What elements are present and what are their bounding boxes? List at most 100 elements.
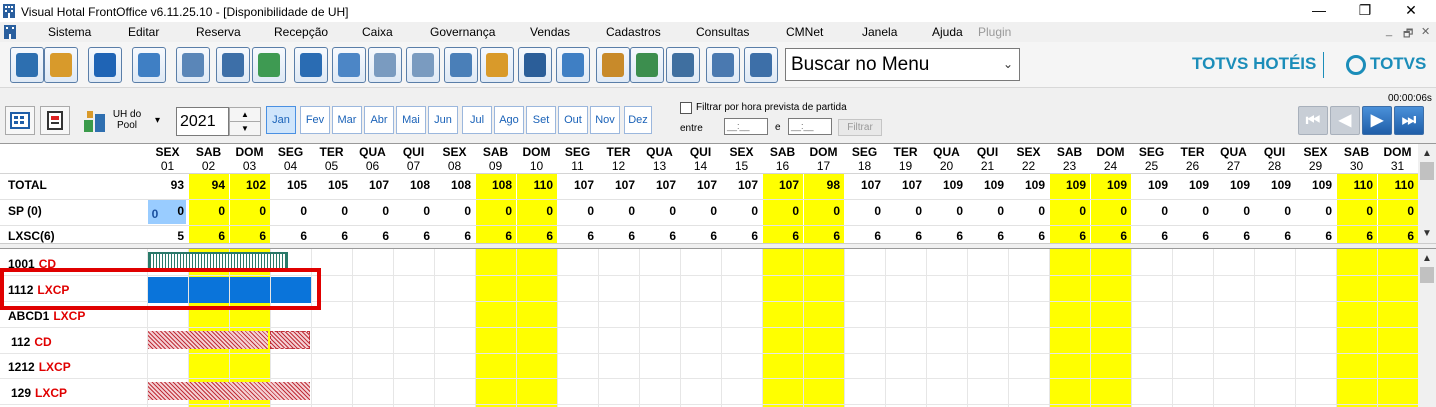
time-from-input[interactable]: __:__ bbox=[724, 118, 768, 135]
summary-cell[interactable]: 6 bbox=[721, 229, 758, 243]
summary-scrollbar[interactable]: ▲ ▼ bbox=[1418, 144, 1436, 243]
month-tab-mar[interactable]: Mar bbox=[332, 106, 362, 134]
summary-cell[interactable]: 6 bbox=[762, 229, 799, 243]
month-tab-ago[interactable]: Ago bbox=[494, 106, 524, 134]
toolbar-button-mail[interactable] bbox=[176, 47, 210, 83]
summary-cell[interactable]: 6 bbox=[803, 229, 840, 243]
menu-search-select[interactable]: Buscar no Menu ⌄ bbox=[785, 48, 1020, 81]
summary-cell[interactable]: 94 bbox=[188, 178, 225, 192]
menu-janela[interactable]: Janela bbox=[862, 25, 897, 39]
summary-cell[interactable]: 6 bbox=[475, 229, 512, 243]
summary-cell[interactable]: 108 bbox=[434, 178, 471, 192]
summary-cell[interactable]: 6 bbox=[1377, 229, 1414, 243]
summary-cell[interactable]: 107 bbox=[557, 178, 594, 192]
month-tab-nov[interactable]: Nov bbox=[590, 106, 620, 134]
month-tab-fev[interactable]: Fev bbox=[300, 106, 330, 134]
summary-cell[interactable]: 109 bbox=[1049, 178, 1086, 192]
summary-cell[interactable]: 6 bbox=[639, 229, 676, 243]
summary-cell[interactable]: 6 bbox=[680, 229, 717, 243]
summary-cell[interactable]: 107 bbox=[639, 178, 676, 192]
summary-cell[interactable]: 0 bbox=[1049, 204, 1086, 218]
summary-cell[interactable]: 0 bbox=[475, 204, 512, 218]
summary-cell[interactable]: 0 bbox=[1131, 204, 1168, 218]
menu-cmnet[interactable]: CMNet bbox=[786, 25, 823, 39]
summary-cell[interactable]: 110 bbox=[1336, 178, 1373, 192]
summary-cell[interactable]: 110 bbox=[1377, 178, 1414, 192]
summary-cell[interactable]: 6 bbox=[352, 229, 389, 243]
toolbar-button-id-card[interactable] bbox=[406, 47, 440, 83]
summary-cell[interactable]: 93 bbox=[147, 178, 184, 192]
grid-view-button[interactable] bbox=[5, 106, 35, 135]
summary-cell[interactable]: 6 bbox=[1090, 229, 1127, 243]
nav-last-button[interactable]: ⏭ bbox=[1394, 106, 1424, 135]
minimize-button[interactable]: — bbox=[1296, 0, 1342, 22]
scroll-down-icon[interactable]: ▼ bbox=[1418, 226, 1436, 242]
summary-cell[interactable]: 6 bbox=[1213, 229, 1250, 243]
summary-cell[interactable]: 109 bbox=[1295, 178, 1332, 192]
summary-cell[interactable]: 0 bbox=[516, 204, 553, 218]
month-tab-jun[interactable]: Jun bbox=[428, 106, 458, 134]
menu-editar[interactable]: Editar bbox=[128, 25, 159, 39]
summary-cell[interactable]: 6 bbox=[885, 229, 922, 243]
summary-cell[interactable]: 6 bbox=[434, 229, 471, 243]
month-tab-jul[interactable]: Jul bbox=[462, 106, 492, 134]
summary-cell[interactable]: 6 bbox=[926, 229, 963, 243]
summary-cell[interactable]: 0 bbox=[639, 204, 676, 218]
summary-cell[interactable]: 109 bbox=[1172, 178, 1209, 192]
summary-cell[interactable]: 109 bbox=[1090, 178, 1127, 192]
summary-cell[interactable]: 107 bbox=[885, 178, 922, 192]
summary-cell[interactable]: 0 bbox=[1172, 204, 1209, 218]
room-label[interactable]: 1212 LXCP bbox=[8, 360, 71, 374]
year-down-button[interactable]: ▼ bbox=[229, 121, 261, 136]
toolbar-button-user-key[interactable] bbox=[44, 47, 78, 83]
summary-cell[interactable]: 107 bbox=[598, 178, 635, 192]
scroll-up-icon[interactable]: ▲ bbox=[1418, 146, 1436, 162]
toolbar-button-exit[interactable] bbox=[10, 47, 44, 83]
menu-reserva[interactable]: Reserva bbox=[196, 25, 241, 39]
summary-cell[interactable]: 109 bbox=[1213, 178, 1250, 192]
summary-cell[interactable]: 105 bbox=[311, 178, 348, 192]
toolbar-button-footprints[interactable] bbox=[518, 47, 552, 83]
scroll-thumb[interactable] bbox=[1420, 162, 1434, 180]
toolbar-button-billing[interactable] bbox=[630, 47, 664, 83]
rooms-scrollbar[interactable]: ▲ bbox=[1418, 249, 1436, 407]
summary-cell[interactable]: 6 bbox=[1008, 229, 1045, 243]
toolbar-button-housekeeper[interactable] bbox=[706, 47, 740, 83]
summary-cell[interactable]: 107 bbox=[721, 178, 758, 192]
summary-cell[interactable]: 0 bbox=[1090, 204, 1127, 218]
filter-departure-checkbox[interactable] bbox=[680, 102, 692, 114]
toolbar-button-org-chart[interactable] bbox=[132, 47, 166, 83]
close-button[interactable]: ✕ bbox=[1388, 0, 1434, 22]
reservation-bar-pending[interactable] bbox=[148, 331, 268, 349]
restore-button[interactable]: ❐ bbox=[1342, 0, 1388, 22]
summary-cell[interactable]: 0 bbox=[598, 204, 635, 218]
summary-cell[interactable]: 107 bbox=[762, 178, 799, 192]
summary-cell[interactable]: 0 bbox=[270, 204, 307, 218]
toolbar-button-calendar[interactable] bbox=[332, 47, 366, 83]
summary-cell[interactable]: 0 bbox=[1295, 204, 1332, 218]
toolbar-button-card[interactable] bbox=[368, 47, 402, 83]
room-label[interactable]: 112 CD bbox=[11, 335, 52, 349]
toolbar-button-search[interactable] bbox=[294, 47, 328, 83]
summary-cell[interactable]: 0 bbox=[229, 204, 266, 218]
toolbar-button-contacts[interactable] bbox=[744, 47, 778, 83]
summary-cell[interactable]: 5 bbox=[147, 229, 184, 243]
summary-cell[interactable]: 108 bbox=[475, 178, 512, 192]
summary-cell[interactable]: 6 bbox=[1172, 229, 1209, 243]
year-input[interactable]: 2021 bbox=[176, 107, 229, 136]
summary-cell[interactable]: 109 bbox=[1254, 178, 1291, 192]
summary-cell[interactable]: 0 bbox=[1377, 204, 1414, 218]
summary-cell[interactable]: 6 bbox=[1295, 229, 1332, 243]
year-up-button[interactable]: ▲ bbox=[229, 107, 261, 122]
month-tab-abr[interactable]: Abr bbox=[364, 106, 394, 134]
summary-cell[interactable]: 0 bbox=[844, 204, 881, 218]
summary-cell[interactable]: 109 bbox=[1131, 178, 1168, 192]
summary-cell[interactable]: 0 bbox=[803, 204, 840, 218]
summary-cell[interactable]: 6 bbox=[516, 229, 553, 243]
toolbar-button-guest-list[interactable] bbox=[444, 47, 478, 83]
summary-cell[interactable]: 0 bbox=[1336, 204, 1373, 218]
summary-cell[interactable]: 0 bbox=[434, 204, 471, 218]
month-tab-jan[interactable]: Jan bbox=[266, 106, 296, 134]
summary-cell[interactable]: 107 bbox=[352, 178, 389, 192]
summary-cell[interactable]: 102 bbox=[229, 178, 266, 192]
